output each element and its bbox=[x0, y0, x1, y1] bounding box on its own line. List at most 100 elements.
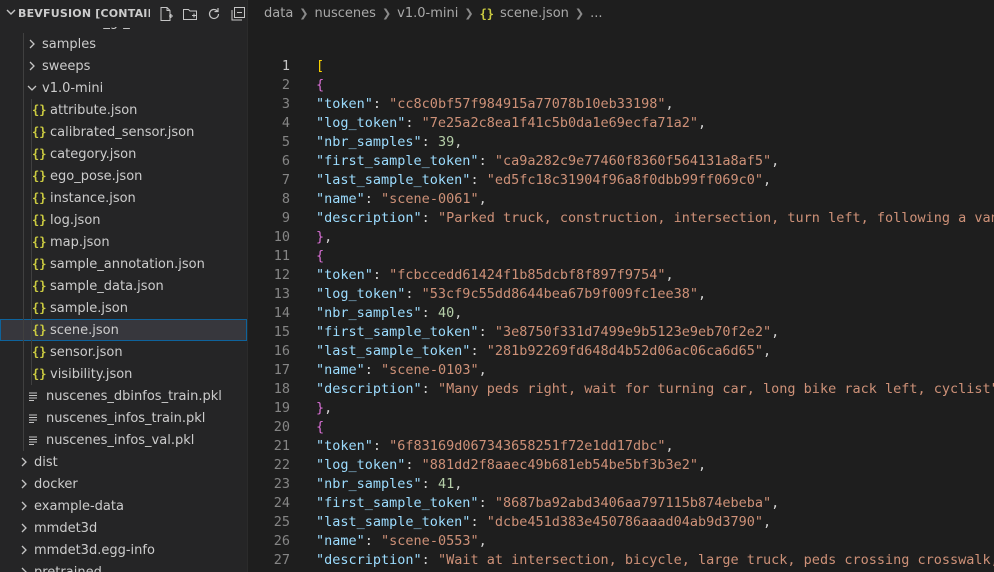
code-line[interactable]: 6 "first_sample_token": "ca9a282c9e77460f… bbox=[248, 152, 994, 171]
line-number: 1 bbox=[281, 58, 290, 74]
refresh-icon[interactable] bbox=[206, 6, 222, 22]
json-string: "ed5fc18c31904f96a8f0dbb99ff069c0" bbox=[486, 172, 764, 188]
code-line[interactable]: 13 "log_token": "53cf9c55dd8644bea67b9f00… bbox=[248, 285, 994, 304]
json-file-icon: {} bbox=[32, 169, 47, 183]
tree-item-label: instance.json bbox=[50, 190, 136, 206]
code-line[interactable]: 5 "nbr_samples": 39, bbox=[248, 133, 994, 152]
tree-item-sample-data-json[interactable]: {} sample_data.json bbox=[0, 275, 247, 297]
code-line[interactable]: 8 "name": "scene-0061", bbox=[248, 190, 994, 209]
code-line[interactable]: 9 "description": "Parked truck, construct… bbox=[248, 209, 994, 228]
line-number: 8 bbox=[281, 191, 290, 207]
punctuation: : bbox=[421, 552, 438, 568]
tree-item-label: scene.json bbox=[50, 322, 119, 338]
tree-item-label: category.json bbox=[50, 146, 137, 162]
json-string: "cc8c0bf57f984915a77078b10eb33198" bbox=[389, 96, 666, 112]
json-file-icon: {} bbox=[32, 257, 47, 271]
tree-item-log-json[interactable]: {} log.json bbox=[0, 209, 247, 231]
code-line[interactable]: 11 { bbox=[248, 247, 994, 266]
code-content: "description": "Many peds right, wait fo… bbox=[316, 380, 994, 399]
tree-item-dist[interactable]: dist bbox=[0, 451, 247, 473]
new-folder-icon[interactable] bbox=[182, 6, 198, 22]
tree-item-pretrained[interactable]: pretrained bbox=[0, 561, 247, 572]
tree-item-sensor-json[interactable]: {} sensor.json bbox=[0, 341, 247, 363]
code-line[interactable]: 21 "token": "6f83169d067343658251f72e1dd1… bbox=[248, 437, 994, 456]
code-line[interactable]: 12 "token": "fcbccedd61424f1b85dcbf8f897f… bbox=[248, 266, 994, 285]
explorer-header[interactable]: BEVFUSION [CONTAIN... bbox=[0, 0, 247, 27]
json-key: "last_sample_token" bbox=[316, 514, 471, 530]
code-line[interactable]: 26 "name": "scene-0553", bbox=[248, 532, 994, 551]
tree-item-label: sensor.json bbox=[50, 344, 123, 360]
tree-item-category-json[interactable]: {} category.json bbox=[0, 143, 247, 165]
tree-item-instance-json[interactable]: {} instance.json bbox=[0, 187, 247, 209]
code-line[interactable]: 20 { bbox=[248, 418, 994, 437]
code-line[interactable]: 3 "token": "cc8c0bf57f984915a77078b10eb33… bbox=[248, 95, 994, 114]
collapse-all-icon[interactable] bbox=[230, 6, 246, 22]
tree-item-mmdet3d[interactable]: mmdet3d bbox=[0, 517, 247, 539]
tree-item-ego-pose-json[interactable]: {} ego_pose.json bbox=[0, 165, 247, 187]
indent-guide bbox=[31, 99, 32, 385]
json-file-icon: {} bbox=[32, 125, 47, 139]
new-file-icon[interactable] bbox=[158, 6, 174, 22]
code-line[interactable]: 14 "nbr_samples": 40, bbox=[248, 304, 994, 323]
tree-item-example-data[interactable]: example-data bbox=[0, 495, 247, 517]
tree-item-visibility-json[interactable]: {} visibility.json bbox=[0, 363, 247, 385]
code-line[interactable]: 2{ bbox=[248, 76, 994, 95]
code-line[interactable]: 25 "last_sample_token": "dcbe451d383e4507… bbox=[248, 513, 994, 532]
code-line[interactable]: 4 "log_token": "7e25a2c8ea1f41c5b0da1e69e… bbox=[248, 114, 994, 133]
code-line[interactable]: 27 "description": "Wait at intersection, … bbox=[248, 551, 994, 570]
tree-item-v1-0-mini[interactable]: v1.0-mini bbox=[0, 77, 247, 99]
tree-item-sweeps[interactable]: sweeps bbox=[0, 55, 247, 77]
tree-item-label: attribute.json bbox=[50, 102, 138, 118]
breadcrumb: data ❯ nuscenes ❯ v1.0-mini ❯ {} scene.j… bbox=[248, 0, 994, 27]
code-content: "log_token": "881dd2f8aaec49b681eb54be5b… bbox=[316, 456, 994, 475]
explorer-sidebar: nuscenes_gt_database samplessweepsv1.0-m… bbox=[0, 0, 248, 572]
code-line[interactable]: 16 "last_sample_token": "281b92269fd648d4… bbox=[248, 342, 994, 361]
tree-item-mmdet3d-egg-info[interactable]: mmdet3d.egg-info bbox=[0, 539, 247, 561]
tree-item-calibrated-sensor-json[interactable]: {} calibrated_sensor.json bbox=[0, 121, 247, 143]
tree-item-nuscenes-dbinfos-train-pkl[interactable]: nuscenes_dbinfos_train.pkl bbox=[0, 385, 247, 407]
tree-item-scene-json[interactable]: {} scene.json bbox=[0, 319, 247, 341]
breadcrumb-symbols[interactable]: ... bbox=[590, 6, 602, 21]
code-line[interactable]: 15 "first_sample_token": "3e8750f331d7499… bbox=[248, 323, 994, 342]
tree-item-docker[interactable]: docker bbox=[0, 473, 247, 495]
breadcrumb-item[interactable]: data bbox=[264, 6, 293, 21]
tree-item-sample-annotation-json[interactable]: {} sample_annotation.json bbox=[0, 253, 247, 275]
json-key: "nbr_samples" bbox=[316, 134, 422, 150]
chevron-right-icon bbox=[16, 567, 32, 572]
tree-item-nuscenes-infos-val-pkl[interactable]: nuscenes_infos_val.pkl bbox=[0, 429, 247, 451]
line-number: 3 bbox=[281, 96, 290, 112]
code-line[interactable]: 22 "log_token": "881dd2f8aaec49b681eb54be… bbox=[248, 456, 994, 475]
file-icon bbox=[28, 413, 42, 423]
tree-item-map-json[interactable]: {} map.json bbox=[0, 231, 247, 253]
code-line[interactable]: 17 "name": "scene-0103", bbox=[248, 361, 994, 380]
line-number: 6 bbox=[281, 153, 290, 169]
tree-item-attribute-json[interactable]: {} attribute.json bbox=[0, 99, 247, 121]
code-editor[interactable]: 1[2{3 "token": "cc8c0bf57f984915a77078b10… bbox=[248, 57, 994, 572]
code-line[interactable]: 1[ bbox=[248, 57, 994, 76]
code-line[interactable]: 7 "last_sample_token": "ed5fc18c31904f96a… bbox=[248, 171, 994, 190]
line-number: 5 bbox=[281, 134, 290, 150]
chevron-down-icon[interactable] bbox=[4, 7, 18, 20]
breadcrumb-file[interactable]: scene.json bbox=[500, 6, 569, 21]
json-string: "8687ba92abd3406aa797115b874ebeba" bbox=[494, 495, 772, 511]
code-line[interactable]: 23 "nbr_samples": 41, bbox=[248, 475, 994, 494]
line-number: 23 bbox=[273, 476, 290, 492]
tree-item-nuscenes-infos-train-pkl[interactable]: nuscenes_infos_train.pkl bbox=[0, 407, 247, 429]
brace-token: { bbox=[316, 77, 325, 93]
breadcrumb-item[interactable]: v1.0-mini bbox=[397, 6, 458, 21]
breadcrumb-item[interactable]: nuscenes bbox=[315, 6, 376, 21]
punctuation: : bbox=[364, 191, 382, 207]
code-line[interactable]: 18 "description": "Many peds right, wait … bbox=[248, 380, 994, 399]
punctuation: , bbox=[763, 343, 772, 359]
tree-item-label: nuscenes_infos_train.pkl bbox=[46, 410, 206, 426]
json-string: "3e8750f331d7499e9b5123e9eb70f2e2" bbox=[494, 324, 772, 340]
code-line[interactable]: 24 "first_sample_token": "8687ba92abd3406… bbox=[248, 494, 994, 513]
punctuation: : bbox=[478, 153, 495, 169]
code-line[interactable]: 10}, bbox=[248, 228, 994, 247]
tree-item-sample-json[interactable]: {} sample.json bbox=[0, 297, 247, 319]
tree-item-samples[interactable]: samples bbox=[0, 33, 247, 55]
json-key: "log_token" bbox=[316, 286, 406, 302]
json-string: "scene-0061" bbox=[381, 191, 479, 207]
chevron-right-icon bbox=[16, 479, 32, 489]
code-line[interactable]: 19}, bbox=[248, 399, 994, 418]
